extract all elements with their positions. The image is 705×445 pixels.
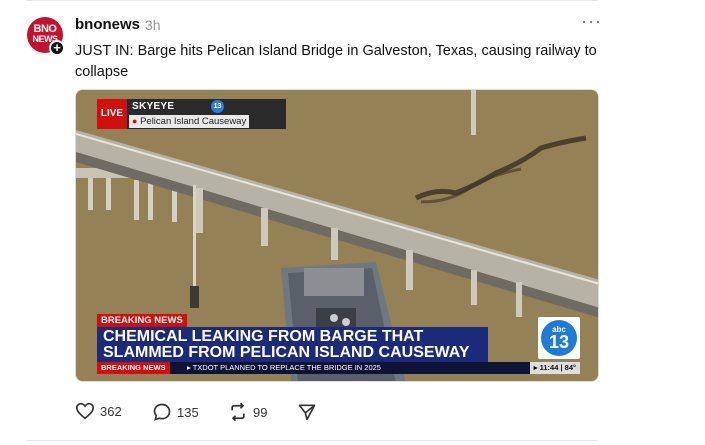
- breaking-news-label: BREAKING NEWS: [97, 314, 187, 327]
- heart-icon: [75, 402, 95, 420]
- bottom-divider: [27, 440, 597, 441]
- location-bar: ● Pelican Island Causeway: [129, 115, 250, 128]
- news-ticker: BREAKING NEWS ▸ TXDOT PLANNED TO REPLACE…: [97, 362, 580, 374]
- ticker-label: BREAKING NEWS: [97, 362, 170, 374]
- skyeye-title: SKYEYE: [132, 101, 175, 112]
- live-banner: LIVE SKYEYE 13 ● Pelican Island Causeway: [97, 99, 286, 129]
- post-time: 3h: [145, 17, 161, 33]
- post-text: JUST IN: Barge hits Pelican Island Bridg…: [75, 43, 597, 80]
- pin-icon: ●: [132, 116, 138, 126]
- top-divider: [27, 0, 597, 1]
- username[interactable]: bnonews: [75, 16, 140, 33]
- more-icon[interactable]: ···: [581, 11, 602, 32]
- repost-button[interactable]: 99: [228, 402, 267, 422]
- skyeye-logo: 13: [211, 100, 224, 113]
- like-button[interactable]: 362: [75, 402, 122, 420]
- station-logo: abc 13: [538, 317, 580, 359]
- headline-line-2: SLAMMED FROM PELICAN ISLAND CAUSEWAY: [103, 344, 470, 361]
- like-count: 362: [100, 403, 122, 419]
- headline-box: CHEMICAL LEAKING FROM BARGE THAT SLAMMED…: [97, 327, 488, 362]
- ticker-time-temp: ▸ 11:44 | 84°: [529, 362, 580, 374]
- share-button[interactable]: [297, 402, 322, 422]
- station-number: 13: [548, 332, 570, 352]
- live-badge: LIVE: [97, 99, 127, 129]
- location-text: Pelican Island Causeway: [140, 116, 247, 127]
- abc13-logo-icon: abc 13: [541, 320, 577, 356]
- share-icon: [298, 404, 316, 421]
- comment-count: 135: [177, 404, 199, 420]
- headline-line-1: CHEMICAL LEAKING FROM BARGE THAT: [103, 328, 424, 345]
- repost-icon: [231, 402, 245, 422]
- follow-plus-icon[interactable]: +: [49, 40, 65, 56]
- comment-icon: [153, 403, 171, 421]
- repost-count: 99: [253, 404, 268, 420]
- skyeye-panel: SKYEYE 13 ● Pelican Island Causeway: [127, 99, 286, 129]
- ticker-text: ▸ TXDOT PLANNED TO REPLACE THE BRIDGE IN…: [187, 363, 381, 372]
- comment-button[interactable]: 135: [152, 402, 199, 422]
- post-media-video[interactable]: LIVE SKYEYE 13 ● Pelican Island Causeway…: [75, 89, 599, 382]
